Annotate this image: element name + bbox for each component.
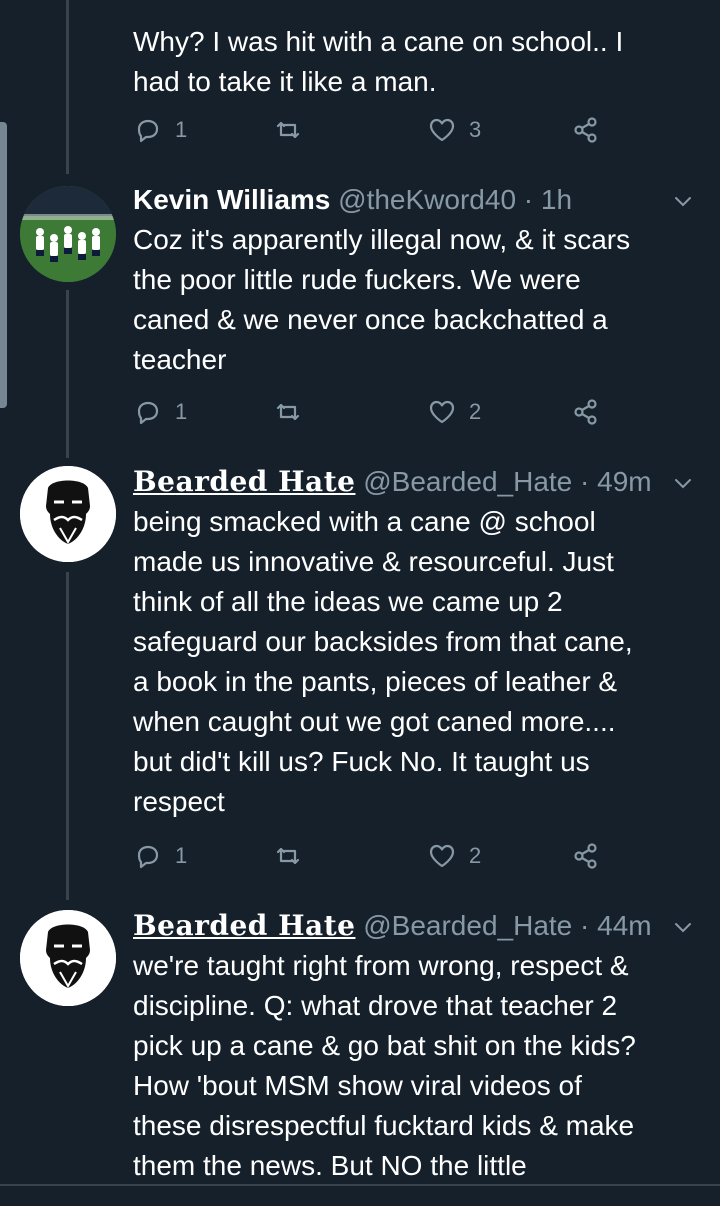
tweet-header: Bearded Hate @Bearded_Hate · 44m bbox=[133, 908, 680, 944]
reply-count: 1 bbox=[175, 843, 188, 868]
football-team-photo bbox=[20, 186, 116, 282]
like-button[interactable]: 2 bbox=[427, 395, 481, 429]
display-name[interactable]: Kevin Williams bbox=[133, 184, 330, 215]
heart-icon bbox=[429, 118, 455, 142]
avatar[interactable] bbox=[20, 910, 116, 1006]
reply-button[interactable]: 1 bbox=[133, 395, 187, 429]
user-handle[interactable]: @Bearded_Hate bbox=[363, 910, 572, 941]
display-name[interactable]: Bearded Hate bbox=[133, 909, 355, 942]
reply-icon bbox=[137, 119, 159, 143]
like-count: 2 bbox=[469, 399, 482, 424]
tweet-actions: 1 2 bbox=[133, 839, 613, 873]
tweet[interactable]: Bearded Hate @Bearded_Hate · 44m we're t… bbox=[0, 908, 720, 1184]
avatar[interactable] bbox=[20, 186, 116, 282]
avatar[interactable] bbox=[20, 466, 116, 562]
tweet-text: Coz it's apparently illegal now, & it sc… bbox=[133, 224, 631, 375]
timestamp: · 49m bbox=[580, 466, 652, 497]
chevron-down-icon[interactable] bbox=[672, 916, 694, 938]
reply-count: 1 bbox=[175, 117, 188, 142]
share-button[interactable] bbox=[571, 113, 601, 147]
tweet-header: Kevin Williams @theKword40 · 1h bbox=[133, 182, 680, 218]
like-button[interactable]: 3 bbox=[427, 113, 481, 147]
tweet-text: we're taught right from wrong, respect &… bbox=[133, 950, 636, 1181]
user-handle[interactable]: @Bearded_Hate bbox=[363, 466, 572, 497]
tweet[interactable]: Bearded Hate @Bearded_Hate · 49m being s… bbox=[0, 464, 720, 884]
tweet-text: being smacked with a cane @ school made … bbox=[133, 506, 633, 817]
share-icon bbox=[574, 399, 597, 425]
bearded-man-icon bbox=[20, 910, 116, 1006]
tweet[interactable]: Kevin Williams @theKword40 · 1h Coz it's… bbox=[0, 180, 720, 450]
heart-icon bbox=[429, 844, 455, 868]
display-name[interactable]: Bearded Hate bbox=[133, 465, 355, 498]
retweet-icon bbox=[276, 403, 300, 421]
reply-button[interactable]: 1 bbox=[133, 113, 187, 147]
tweet-text: Why? I was hit with a cane on school.. I… bbox=[133, 26, 624, 97]
tweet[interactable]: Why? I was hit with a cane on school.. I… bbox=[0, 0, 720, 160]
chevron-down-icon[interactable] bbox=[672, 190, 694, 212]
user-handle[interactable]: @theKword40 bbox=[338, 184, 516, 215]
tweet-header: Bearded Hate @Bearded_Hate · 49m bbox=[133, 464, 680, 500]
bearded-man-icon bbox=[20, 466, 116, 562]
retweet-icon bbox=[276, 121, 300, 139]
share-icon bbox=[574, 117, 597, 143]
tweet-actions: 1 2 bbox=[133, 395, 613, 429]
like-count: 3 bbox=[469, 117, 482, 142]
like-count: 2 bbox=[469, 843, 482, 868]
retweet-button[interactable] bbox=[273, 395, 303, 429]
retweet-button[interactable] bbox=[273, 839, 303, 873]
divider bbox=[0, 1184, 720, 1186]
retweet-icon bbox=[276, 847, 300, 865]
chevron-down-icon[interactable] bbox=[672, 472, 694, 494]
heart-icon bbox=[429, 400, 455, 424]
tweet-actions: 1 3 bbox=[133, 113, 613, 147]
like-button[interactable]: 2 bbox=[427, 839, 481, 873]
share-icon bbox=[574, 843, 597, 869]
timestamp: · 44m bbox=[580, 910, 652, 941]
reply-button[interactable]: 1 bbox=[133, 839, 187, 873]
retweet-button[interactable] bbox=[273, 113, 303, 147]
reply-icon bbox=[137, 401, 159, 425]
reply-count: 1 bbox=[175, 399, 188, 424]
share-button[interactable] bbox=[571, 839, 601, 873]
share-button[interactable] bbox=[571, 395, 601, 429]
timestamp: · 1h bbox=[523, 184, 573, 215]
reply-icon bbox=[137, 845, 159, 869]
